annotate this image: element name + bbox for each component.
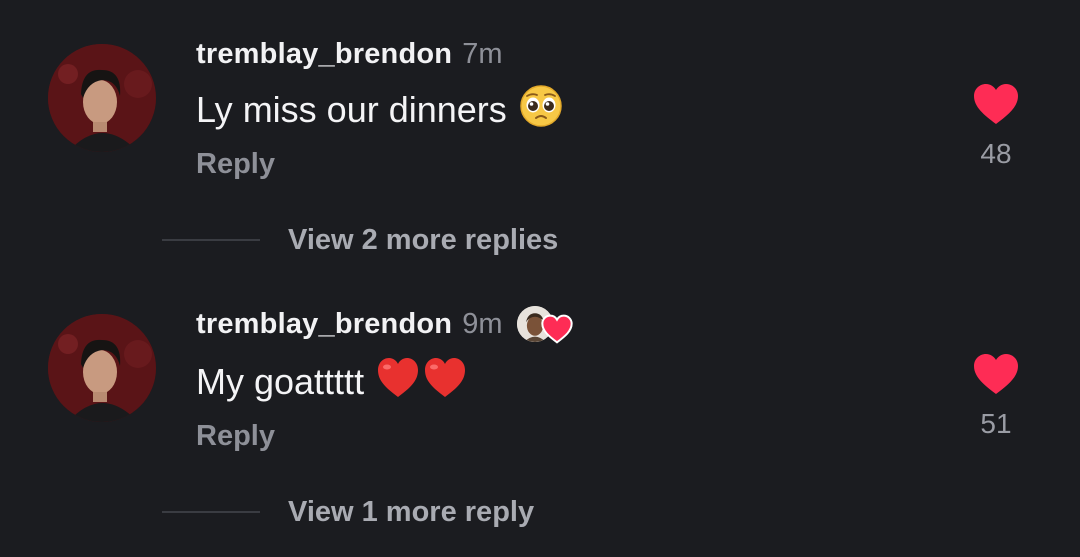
comment-username[interactable]: tremblay_brendon	[196, 308, 452, 341]
view-more-replies-button[interactable]: View 1 more reply	[288, 496, 534, 529]
comment-text: My goattttt	[196, 361, 365, 402]
reply-button[interactable]: Reply	[196, 148, 275, 181]
divider-line	[162, 239, 260, 241]
divider-line	[162, 511, 260, 513]
heart-icon	[540, 314, 573, 344]
comment-item: tremblay_brendon 9m My goattttt Reply 51…	[0, 272, 1080, 528]
comment-username[interactable]: tremblay_brendon	[196, 38, 452, 71]
like-button[interactable]: 51	[970, 352, 1022, 440]
like-count: 48	[980, 138, 1012, 169]
avatar-image	[48, 314, 156, 422]
comment-item: tremblay_brendon 7m Ly miss our dinners …	[0, 0, 1080, 256]
heart-icon	[974, 84, 1018, 124]
liked-by-creator-badge	[514, 304, 573, 344]
comment-timestamp: 9m	[462, 307, 503, 340]
red-heart-icon	[376, 357, 468, 408]
avatar[interactable]	[48, 44, 156, 152]
reply-button[interactable]: Reply	[196, 420, 275, 453]
comment-text: Ly miss our dinners	[196, 89, 507, 130]
avatar[interactable]	[48, 314, 156, 422]
pleading-face-icon	[519, 84, 563, 137]
view-more-replies-button[interactable]: View 2 more replies	[288, 224, 558, 257]
heart-icon	[974, 354, 1018, 394]
avatar-image	[48, 44, 156, 152]
like-button[interactable]: 48	[970, 82, 1022, 170]
like-count: 51	[980, 408, 1012, 439]
comment-timestamp: 7m	[462, 37, 503, 70]
